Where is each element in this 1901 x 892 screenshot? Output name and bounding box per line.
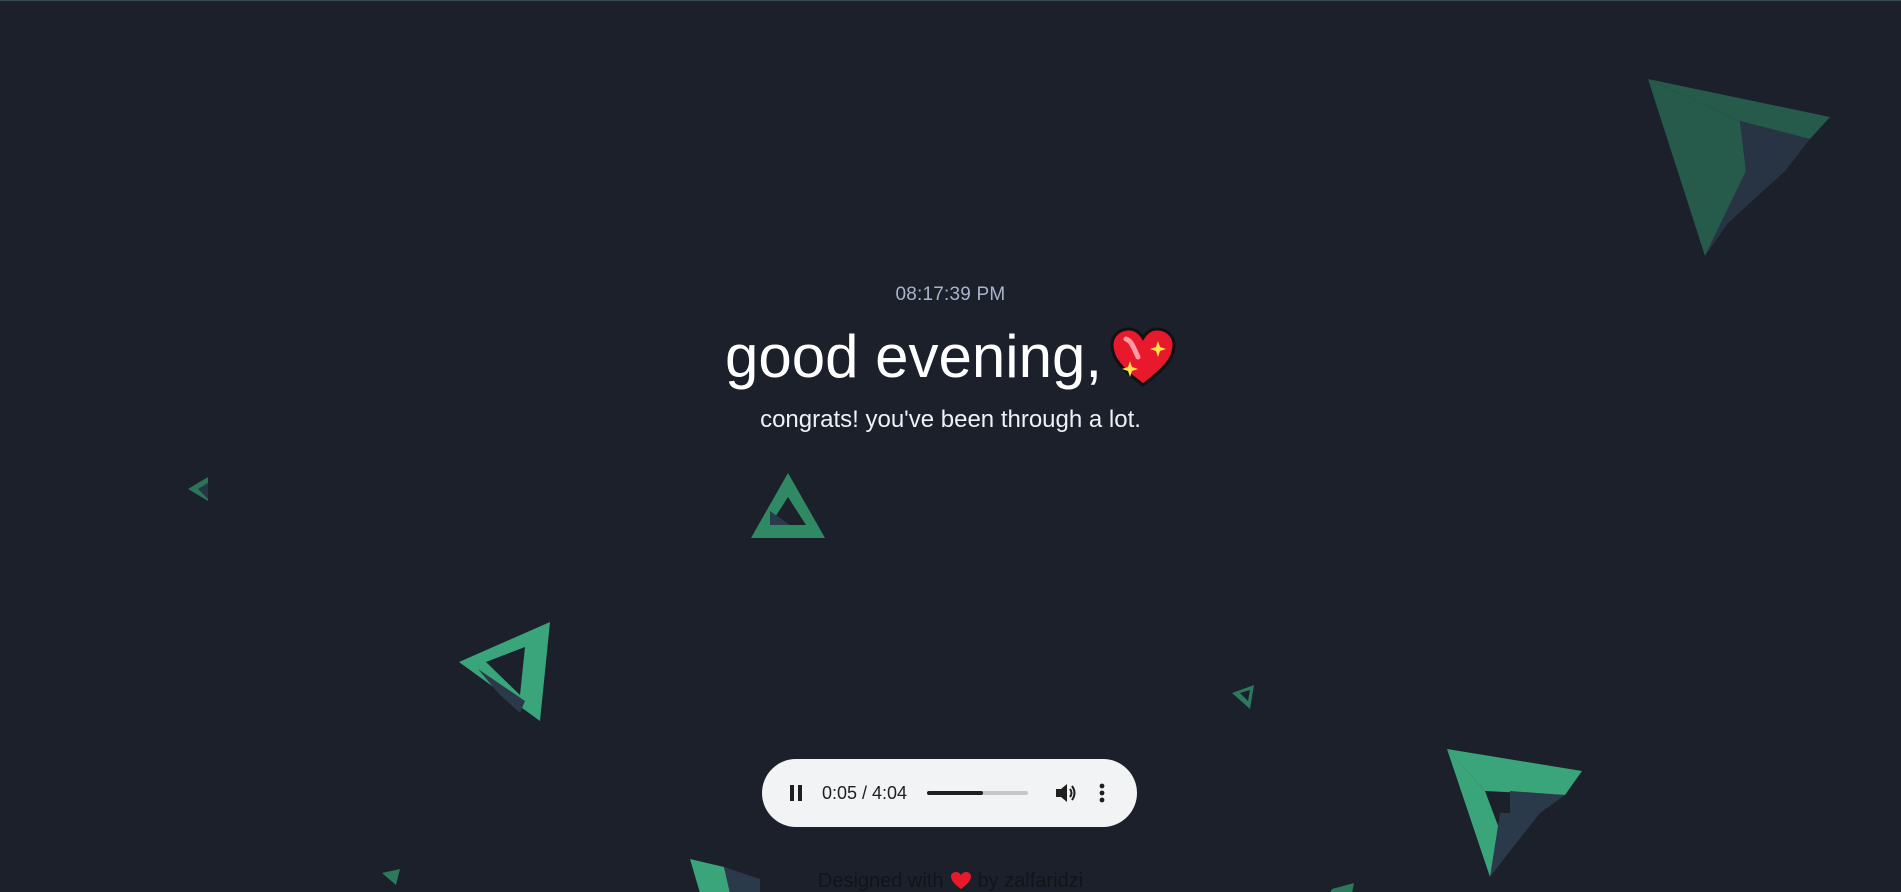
greeting-text: good evening, <box>725 323 1102 390</box>
arrow-shape-bottom-right <box>1447 749 1582 877</box>
greeting-heading: good evening, <box>0 319 1901 405</box>
footer-prefix: Designed with <box>817 870 944 892</box>
more-options-icon[interactable] <box>1088 779 1116 807</box>
arrow-shape-small-mid-right <box>1232 685 1254 709</box>
seek-bar[interactable] <box>927 791 1029 795</box>
arrow-shape-mid-left <box>459 622 550 721</box>
heart-icon <box>950 871 972 892</box>
footer-suffix: by zalfaridzi <box>977 870 1084 892</box>
playback-time: 0:05 / 4:04 <box>822 782 908 803</box>
volume-icon[interactable] <box>1052 779 1080 807</box>
clock-display: 08:17:39 PM <box>895 284 1006 305</box>
page-background: 08:17:39 PM good evening, congrats! you'… <box>0 0 1901 892</box>
arrow-shape-large-top-right <box>1648 79 1830 256</box>
pause-icon[interactable] <box>782 779 810 807</box>
subtitle-message: congrats! you've been through a lot. <box>760 406 1141 433</box>
footer-credit: Designed with by zalfaridzi <box>0 870 1901 892</box>
sparkling-heart-icon <box>1110 327 1176 405</box>
arrow-shape-small-left <box>188 477 208 501</box>
arrow-shape-center <box>751 473 825 538</box>
buffered-progress <box>927 791 983 795</box>
audio-player: 0:05 / 4:04 <box>762 759 1137 827</box>
